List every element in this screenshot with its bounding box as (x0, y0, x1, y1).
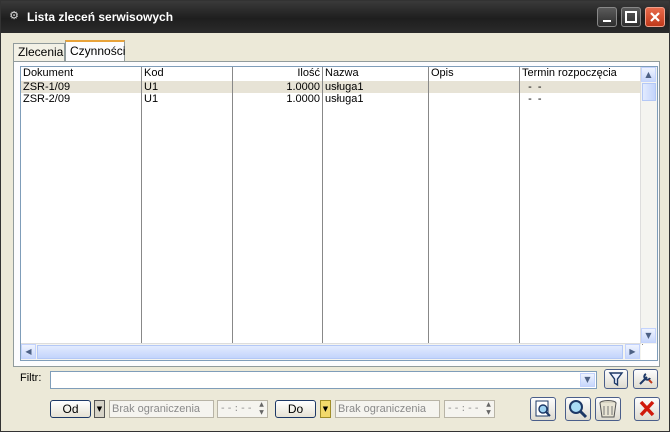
document-preview-icon (535, 400, 551, 417)
apply-filter-button[interactable] (604, 369, 628, 389)
funnel-icon (608, 372, 624, 387)
scroll-thumb[interactable] (642, 83, 656, 101)
column-header-opis[interactable]: Opis (429, 67, 520, 81)
scroll-right-button[interactable]: ▶ (625, 344, 640, 359)
od-time-field[interactable]: - - : - - ▲ ▼ (217, 400, 268, 418)
main-window: ⚙ Lista zleceń serwisowych Zlecenia Czyn… (0, 0, 670, 432)
do-dropdown-button[interactable]: ▼ (320, 400, 331, 418)
column-header-dokument[interactable]: Dokument (21, 67, 142, 81)
do-time-field[interactable]: - - : - - ▲ ▼ (444, 400, 495, 418)
do-button[interactable]: Do (275, 400, 316, 418)
column-header-kod[interactable]: Kod (142, 67, 233, 81)
filter-dropdown-button[interactable]: ▼ (580, 373, 595, 387)
scroll-left-button[interactable]: ◀ (21, 344, 36, 359)
red-x-icon (639, 400, 655, 417)
cell-kod: U1 (142, 93, 233, 105)
od-button[interactable]: Od (50, 400, 91, 418)
cell-nazwa: usługa1 (323, 81, 429, 93)
trash-bin-icon (599, 400, 617, 418)
close-icon (650, 12, 660, 22)
window-title: Lista zleceń serwisowych (27, 10, 174, 24)
horizontal-scrollbar[interactable]: ◀ ▶ (21, 343, 641, 360)
cell-nazwa: usługa1 (323, 93, 429, 105)
table-header: Dokument Kod Ilość Nazwa Opis Termin roz… (21, 67, 643, 82)
do-time-value: - - : - - (448, 403, 479, 414)
vertical-scrollbar[interactable]: ▲ ▼ (640, 67, 657, 344)
title-bar[interactable]: ⚙ Lista zleceń serwisowych (1, 1, 669, 33)
minimize-button[interactable] (597, 7, 617, 27)
cell-opis (429, 81, 520, 93)
app-icon: ⚙ (9, 9, 19, 22)
magnifier-icon (569, 400, 588, 419)
cell-ilosc: 1.0000 (233, 93, 323, 105)
cell-termin: - - (520, 81, 643, 93)
scroll-up-button[interactable]: ▲ (641, 67, 656, 82)
close-list-button[interactable] (634, 397, 660, 421)
od-dropdown-button[interactable]: ▼ (94, 400, 105, 418)
do-date-field[interactable]: Brak ograniczenia (335, 400, 440, 418)
tab-czynnosci[interactable]: Czynności (65, 40, 125, 61)
cell-ilosc: 1.0000 (233, 81, 323, 93)
cell-opis (429, 93, 520, 105)
table-row[interactable]: ZSR-1/09 U1 1.0000 usługa1 - - (21, 81, 643, 93)
minimize-icon (603, 20, 611, 22)
filter-label: Filtr: (20, 372, 42, 384)
column-header-termin[interactable]: Termin rozpoczęcia (520, 67, 643, 81)
search-button[interactable] (565, 397, 591, 421)
close-window-button[interactable] (645, 7, 665, 27)
column-header-nazwa[interactable]: Nazwa (323, 67, 429, 81)
od-time-value: - - : - - (221, 403, 252, 414)
filter-settings-button[interactable] (633, 369, 658, 389)
od-time-spinner[interactable]: ▲ ▼ (256, 401, 267, 417)
cell-dokument: ZSR-2/09 (21, 93, 142, 105)
od-date-field[interactable]: Brak ograniczenia (109, 400, 214, 418)
cell-dokument: ZSR-1/09 (21, 81, 142, 93)
column-header-ilosc[interactable]: Ilość (233, 67, 323, 81)
tasks-table[interactable]: Dokument Kod Ilość Nazwa Opis Termin roz… (20, 66, 658, 361)
table-row[interactable]: ZSR-2/09 U1 1.0000 usługa1 - - (21, 93, 643, 105)
maximize-button[interactable] (621, 7, 641, 27)
maximize-icon (625, 11, 637, 23)
tab-zlecenia[interactable]: Zlecenia (13, 43, 65, 61)
filter-input[interactable]: ▼ (50, 371, 597, 389)
cell-kod: U1 (142, 81, 233, 93)
scroll-down-button[interactable]: ▼ (641, 328, 656, 343)
horizontal-scroll-thumb[interactable] (37, 345, 623, 359)
do-time-spinner[interactable]: ▲ ▼ (483, 401, 494, 417)
column-lines (21, 105, 643, 345)
delete-button[interactable] (595, 397, 621, 421)
cell-termin: - - (520, 93, 643, 105)
preview-button[interactable] (530, 397, 556, 421)
wrench-icon (639, 373, 653, 385)
